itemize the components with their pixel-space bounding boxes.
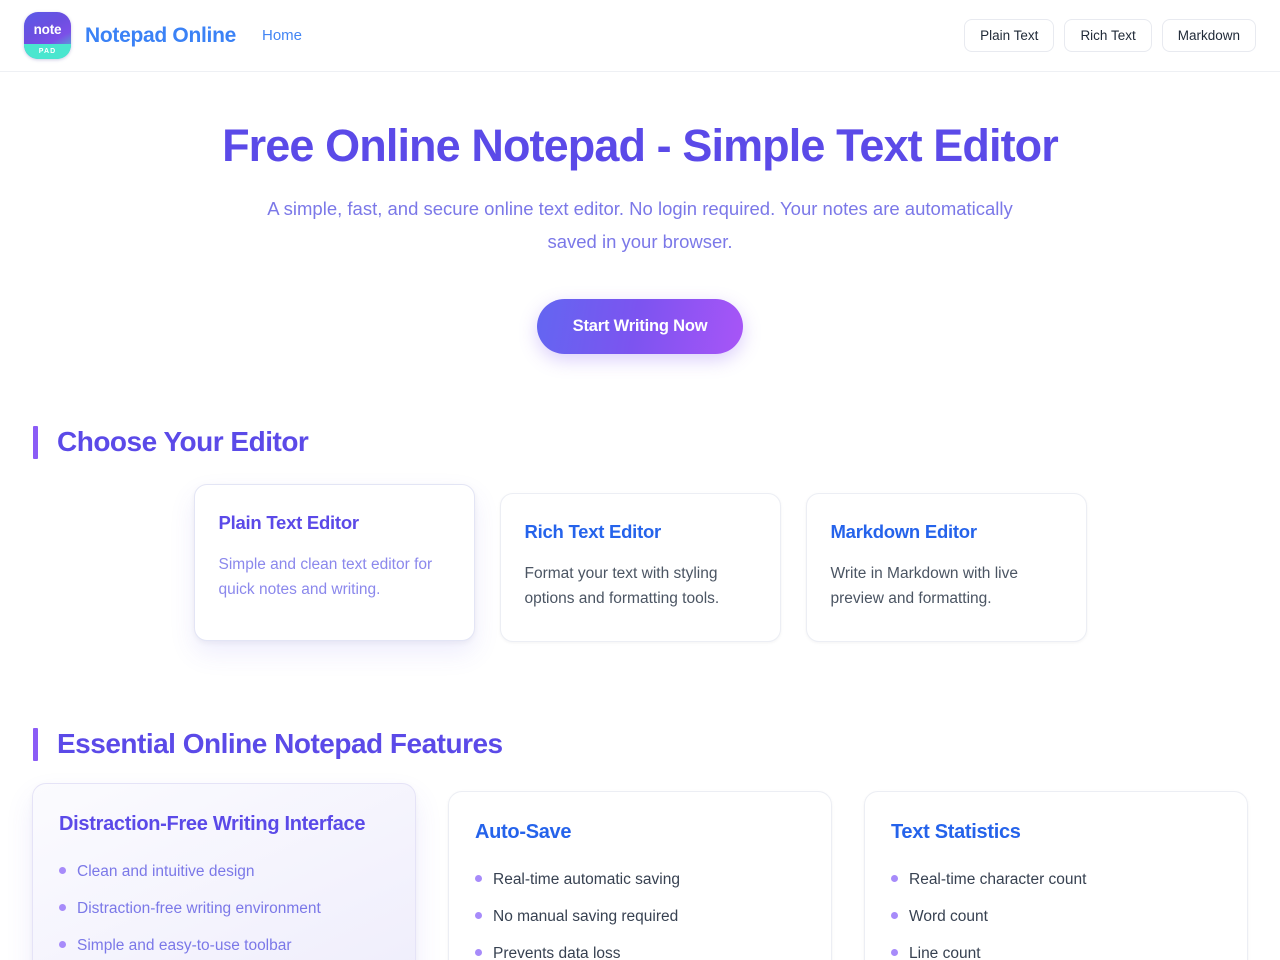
editor-card-markdown[interactable]: Markdown Editor Write in Markdown with l… — [805, 493, 1087, 643]
list-item: Clean and intuitive design — [59, 854, 389, 891]
feature-card-title: Distraction-Free Writing Interface — [59, 813, 366, 836]
mode-button-plain-text[interactable]: Plain Text — [964, 18, 1055, 53]
feature-card-auto-save[interactable]: Auto-Save Real-time automatic saving No … — [448, 791, 832, 960]
list-item: Real-time character count — [891, 862, 1221, 899]
start-writing-button[interactable]: Start Writing Now — [536, 299, 744, 355]
feature-card-grid: Distraction-Free Writing Interface Clean… — [32, 783, 1248, 960]
editors-section: Choose Your Editor Plain Text Editor Sim… — [0, 426, 1280, 650]
editor-card-grid: Plain Text Editor Simple and clean text … — [32, 484, 1248, 650]
page-title: Free Online Notepad - Simple Text Editor — [222, 120, 1059, 171]
bullet-dot-icon — [475, 949, 482, 957]
hero-cta-wrap: Start Writing Now — [0, 299, 1280, 355]
list-item: Simple and easy-to-use toolbar — [59, 928, 389, 960]
editor-card-description: Simple and clean text editor for quick n… — [218, 556, 433, 598]
feature-list: Real-time automatic saving No manual sav… — [475, 862, 805, 960]
logo-pad-band: PAD — [24, 44, 71, 59]
editor-card-title: Markdown Editor — [830, 521, 978, 543]
feature-card-title: Text Statistics — [891, 821, 1021, 844]
bullet-dot-icon — [891, 875, 898, 883]
editor-card-description: Format your text with styling options an… — [524, 565, 720, 607]
list-item-label: Line count — [909, 945, 981, 960]
list-item: Word count — [891, 899, 1221, 936]
brand-block[interactable]: note PAD Notepad Online — [24, 12, 236, 59]
nav-link-home[interactable]: Home — [260, 23, 304, 48]
editors-section-head: Choose Your Editor — [32, 426, 1248, 460]
bullet-dot-icon — [59, 867, 66, 875]
editor-card-title: Plain Text Editor — [218, 512, 360, 534]
features-section: Essential Online Notepad Features Distra… — [0, 728, 1280, 960]
logo-pad-text: PAD — [38, 48, 57, 55]
list-item-label: Word count — [909, 908, 988, 926]
list-item: Line count — [891, 936, 1221, 960]
bullet-dot-icon — [891, 912, 898, 920]
bullet-dot-icon — [475, 912, 482, 920]
list-item-label: Prevents data loss — [493, 945, 621, 960]
hero-section: Free Online Notepad - Simple Text Editor… — [0, 72, 1280, 355]
mode-button-markdown[interactable]: Markdown — [1161, 18, 1256, 53]
feature-list: Clean and intuitive design Distraction-f… — [59, 854, 389, 960]
hero-subtitle: A simple, fast, and secure online text e… — [267, 198, 1013, 253]
bullet-dot-icon — [891, 949, 898, 957]
accent-bar-icon — [33, 728, 38, 762]
site-header: note PAD Notepad Online Home Plain Text … — [0, 0, 1280, 72]
brand-name[interactable]: Notepad Online — [85, 24, 236, 48]
list-item: Prevents data loss — [475, 936, 805, 960]
editor-card-title: Rich Text Editor — [524, 521, 662, 543]
feature-card-distraction-free[interactable]: Distraction-Free Writing Interface Clean… — [32, 783, 416, 960]
list-item: No manual saving required — [475, 899, 805, 936]
list-item-label: No manual saving required — [493, 908, 679, 926]
editor-card-description: Write in Markdown with live preview and … — [830, 565, 1019, 607]
list-item: Distraction-free writing environment — [59, 891, 389, 928]
accent-bar-icon — [33, 426, 38, 460]
list-item-label: Simple and easy-to-use toolbar — [77, 937, 292, 955]
feature-card-title: Auto-Save — [475, 821, 572, 844]
list-item-label: Real-time automatic saving — [493, 871, 680, 889]
list-item-label: Real-time character count — [909, 871, 1087, 889]
primary-nav: Home — [260, 23, 304, 48]
mode-button-rich-text[interactable]: Rich Text — [1064, 18, 1152, 53]
notepad-logo-icon[interactable]: note PAD — [24, 12, 71, 59]
editor-card-plain-text[interactable]: Plain Text Editor Simple and clean text … — [193, 484, 475, 642]
logo-note-text: note — [33, 22, 62, 37]
list-item: Real-time automatic saving — [475, 862, 805, 899]
bullet-dot-icon — [59, 904, 66, 912]
feature-card-text-statistics[interactable]: Text Statistics Real-time character coun… — [864, 791, 1248, 960]
features-section-head: Essential Online Notepad Features — [32, 728, 1248, 762]
bullet-dot-icon — [59, 941, 66, 949]
editors-section-title: Choose Your Editor — [57, 426, 309, 458]
bullet-dot-icon — [475, 875, 482, 883]
list-item-label: Clean and intuitive design — [77, 863, 255, 881]
list-item-label: Distraction-free writing environment — [77, 900, 321, 918]
editor-card-rich-text[interactable]: Rich Text Editor Format your text with s… — [499, 493, 781, 643]
features-section-title: Essential Online Notepad Features — [57, 728, 503, 760]
header-actions: Plain Text Rich Text Markdown — [964, 18, 1256, 53]
feature-list: Real-time character count Word count Lin… — [891, 862, 1221, 960]
